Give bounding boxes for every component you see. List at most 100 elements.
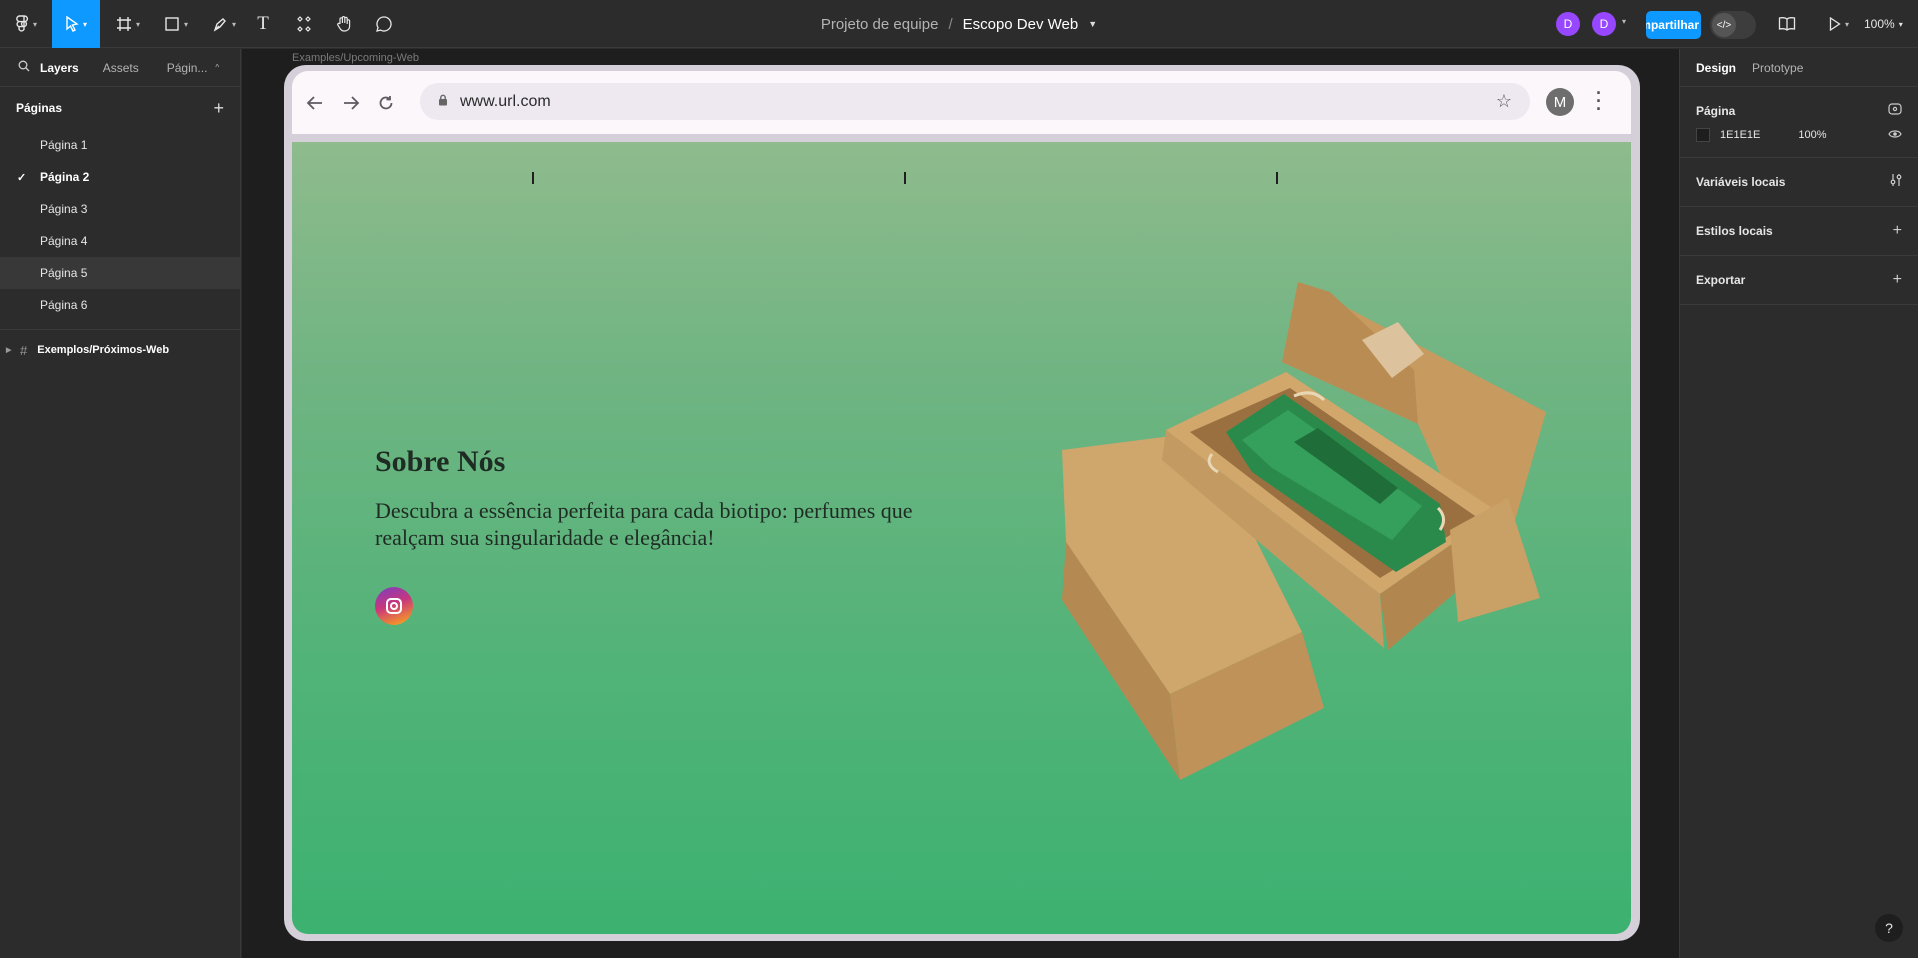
expand-caret-icon[interactable]: ▶: [6, 346, 20, 354]
canvas[interactable]: Examples/Upcoming-Web www.url.com ☆ M · ·…: [242, 49, 1679, 958]
browser-chrome: www.url.com ☆ M · · ·: [292, 71, 1631, 134]
page-item[interactable]: Página 3: [0, 193, 240, 225]
tab-layers[interactable]: Layers: [40, 61, 79, 75]
chevron-down-icon: ▾: [231, 19, 236, 29]
product-box-image: [1062, 282, 1546, 780]
chevron-down-icon: ▾: [82, 19, 87, 29]
search-icon[interactable]: [18, 60, 30, 75]
pages-header: Páginas +: [0, 87, 240, 129]
add-page-icon[interactable]: +: [213, 98, 224, 119]
tab-prototype[interactable]: Prototype: [1752, 61, 1803, 75]
frame-icon: #: [20, 342, 28, 358]
website-mockup: Sobre Nós Descubra a essência perfeita p…: [292, 142, 1631, 934]
profile-avatar[interactable]: M: [1546, 88, 1574, 116]
settings-icon[interactable]: [1888, 102, 1902, 120]
team-name[interactable]: Projeto de equipe: [821, 16, 939, 33]
chevron-down-icon: ▾: [1844, 19, 1849, 29]
add-export-icon[interactable]: +: [1893, 271, 1902, 289]
breadcrumb-separator: /: [948, 15, 953, 33]
help-button[interactable]: ?: [1875, 914, 1903, 942]
zoom-level: 100%: [1864, 17, 1895, 31]
page-color-value[interactable]: 1E1E1E: [1720, 129, 1760, 141]
page-item[interactable]: Página 6: [0, 289, 240, 321]
library-button[interactable]: [1776, 0, 1798, 48]
back-arrow-icon[interactable]: [306, 71, 324, 134]
page-label: Página 3: [40, 202, 88, 216]
frame-label[interactable]: Examples/Upcoming-Web: [292, 52, 419, 64]
local-styles-label: Estilos locais: [1696, 224, 1773, 238]
address-bar[interactable]: www.url.com ☆: [420, 83, 1530, 120]
page-label: Página 2: [40, 170, 90, 184]
frame-tool-button[interactable]: ▾: [110, 0, 146, 48]
page-item[interactable]: Página 1: [0, 129, 240, 161]
color-swatch[interactable]: [1696, 128, 1710, 142]
nav-link-placeholder[interactable]: [904, 172, 906, 184]
pages-heading: Páginas: [16, 101, 63, 115]
local-variables-section: Variáveis locais: [1680, 158, 1918, 207]
add-style-icon[interactable]: +: [1893, 222, 1902, 240]
nav-link-placeholder[interactable]: [1276, 172, 1278, 184]
tab-assets[interactable]: Assets: [103, 61, 139, 75]
share-button[interactable]: Compartilhar: [1646, 11, 1701, 39]
rectangle-icon: [165, 17, 179, 31]
more-options-icon[interactable]: · · ·: [1596, 84, 1602, 118]
page-item-current[interactable]: ✓ Página 2: [0, 161, 240, 193]
figma-logo-icon: [16, 15, 29, 32]
about-description: Descubra a essência perfeita para cada b…: [375, 498, 913, 550]
local-styles-section: Estilos locais +: [1680, 207, 1918, 256]
left-panel: Layers Assets Págin... ^ Páginas + Págin…: [0, 49, 241, 958]
collaborator-avatar[interactable]: D: [1556, 12, 1580, 36]
nav-link-placeholder[interactable]: [532, 172, 534, 184]
local-variables-label[interactable]: Variáveis locais: [1696, 175, 1785, 189]
divider: [0, 329, 240, 330]
hand-tool-button[interactable]: [334, 0, 354, 48]
resources-button[interactable]: [294, 0, 314, 48]
file-title: Projeto de equipe / Escopo Dev Web ▼: [0, 0, 1918, 48]
frame-icon: [116, 17, 131, 31]
dev-mode-toggle[interactable]: </>: [1710, 11, 1756, 39]
cursor-arrow-icon: [66, 16, 79, 32]
present-button[interactable]: ▾: [1824, 0, 1854, 48]
chevron-down-icon[interactable]: ▾: [1622, 17, 1626, 26]
instagram-icon[interactable]: [375, 587, 413, 625]
page-section-title: Página: [1696, 104, 1736, 118]
chevron-up-icon[interactable]: ^: [215, 63, 219, 72]
file-name[interactable]: Escopo Dev Web: [963, 16, 1079, 33]
variables-icon[interactable]: [1890, 173, 1902, 192]
main-menu-button[interactable]: ▾: [8, 0, 44, 48]
tab-design[interactable]: Design: [1696, 61, 1736, 75]
play-icon: [1829, 17, 1841, 31]
layer-name: Exemplos/Próximos-Web: [37, 344, 170, 356]
eye-icon[interactable]: [1888, 128, 1902, 142]
checkmark-icon: ✓: [17, 171, 27, 184]
book-icon: [1778, 17, 1796, 31]
page-label: Página 1: [40, 138, 88, 152]
code-icon: </>: [1712, 13, 1736, 37]
move-tool-button[interactable]: ▾: [52, 0, 100, 48]
forward-arrow-icon[interactable]: [342, 71, 360, 134]
top-toolbar: ▾ ▾ ▾ ▾ ▾ T Projeto de equipe / Escopo D…: [0, 0, 1918, 48]
right-panel-tabs: Design Prototype: [1680, 49, 1918, 87]
text-icon: T: [257, 13, 269, 34]
pen-tool-button[interactable]: ▾: [206, 0, 242, 48]
tab-pages[interactable]: Págin...: [167, 61, 208, 75]
right-panel: Design Prototype Página 1E1E1E 100% Vari…: [1679, 49, 1918, 958]
bookmark-star-icon[interactable]: ☆: [1496, 91, 1512, 112]
layer-row[interactable]: ▶ # Exemplos/Próximos-Web: [0, 334, 240, 366]
text-tool-button[interactable]: T: [252, 0, 274, 48]
comment-tool-button[interactable]: [374, 0, 394, 48]
chevron-down-icon[interactable]: ▼: [1088, 19, 1097, 29]
about-heading: Sobre Nós: [375, 445, 506, 478]
export-label: Exportar: [1696, 273, 1746, 287]
page-item[interactable]: Página 5: [0, 257, 240, 289]
shape-tool-button[interactable]: ▾: [158, 0, 194, 48]
page-item[interactable]: Página 4: [0, 225, 240, 257]
page-label: Página 4: [40, 234, 88, 248]
collaborator-avatar[interactable]: D: [1592, 12, 1616, 36]
page-background-row[interactable]: 1E1E1E 100%: [1696, 123, 1902, 147]
zoom-menu[interactable]: 100% ▾: [1864, 0, 1903, 48]
lock-icon: [438, 94, 448, 109]
page-opacity-value[interactable]: 100%: [1798, 129, 1826, 141]
reload-icon[interactable]: [378, 71, 394, 134]
export-section: Exportar +: [1680, 256, 1918, 305]
